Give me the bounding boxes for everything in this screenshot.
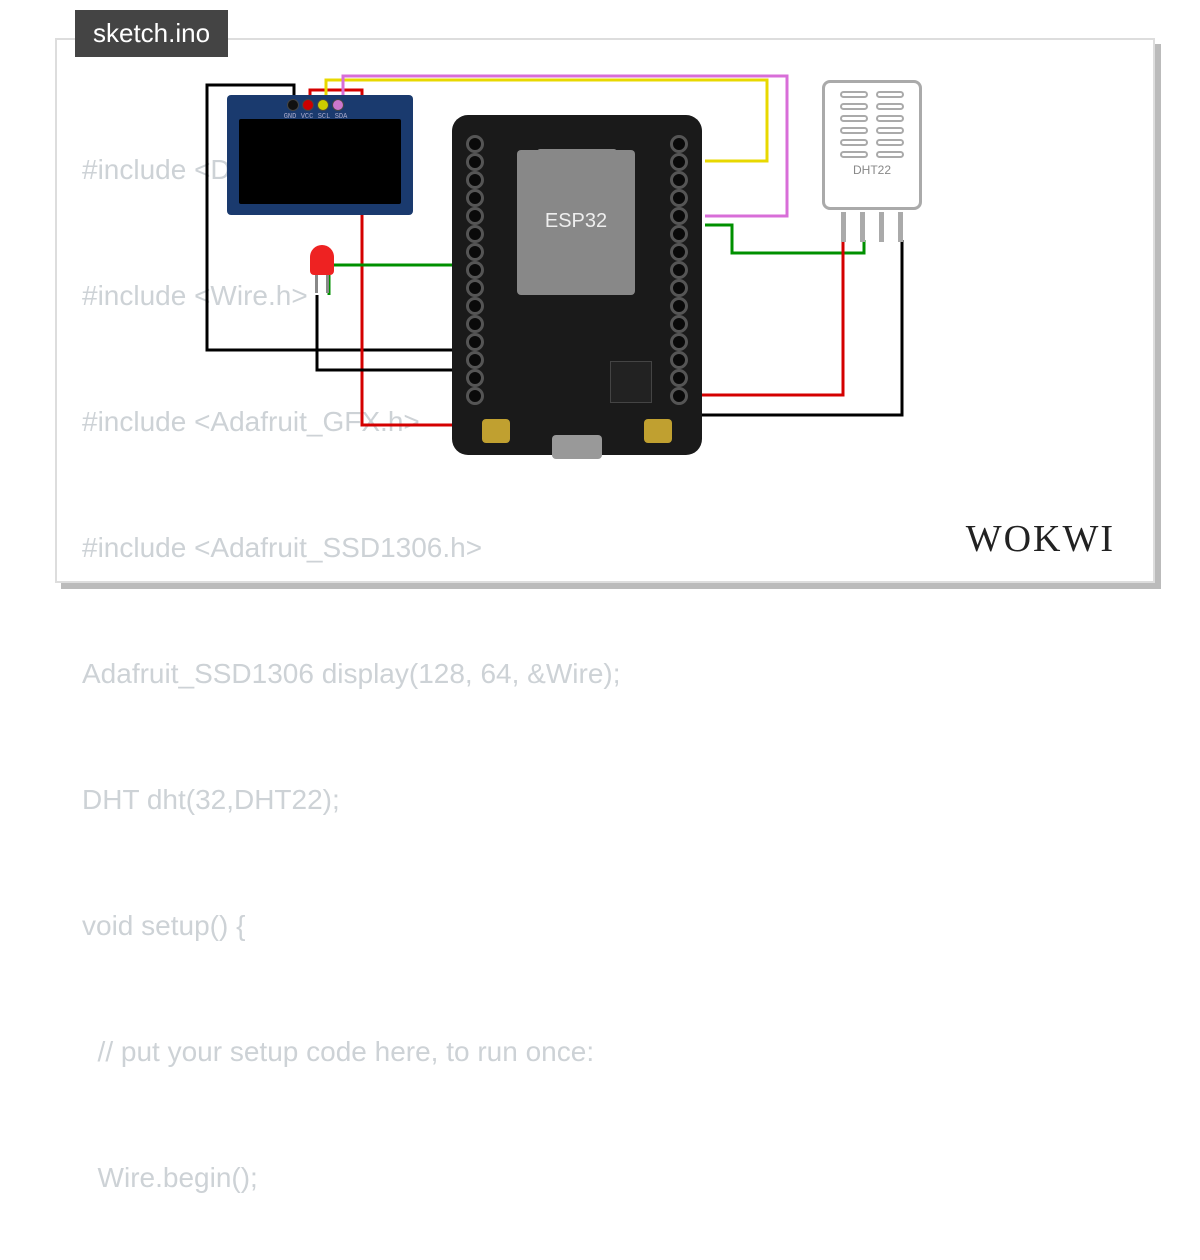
esp32-usb-port — [552, 435, 602, 459]
code-line: // put your setup code here, to run once… — [82, 1031, 621, 1073]
code-line: DHT dht(32,DHT22); — [82, 779, 621, 821]
oled-pin-sda — [332, 99, 344, 111]
project-card: sketch.ino #include <DHT.h> #include <Wi… — [55, 38, 1155, 583]
dht22-label: DHT22 — [825, 163, 919, 177]
pin — [670, 261, 688, 279]
pin — [466, 351, 484, 369]
pin — [670, 189, 688, 207]
brand-logo: WOKWI — [966, 517, 1115, 561]
esp32-boot-button[interactable] — [644, 419, 672, 443]
pin — [670, 387, 688, 405]
code-line: Wire.begin(); — [82, 1157, 621, 1199]
esp32-serial-chip — [610, 361, 652, 403]
led-body — [310, 245, 334, 275]
esp32-label: ESP32 — [517, 210, 635, 233]
pin — [466, 135, 484, 153]
pin — [670, 333, 688, 351]
esp32-left-header — [462, 135, 488, 405]
esp32-en-button[interactable] — [482, 419, 510, 443]
code-line: void setup() { — [82, 905, 621, 947]
pin — [670, 171, 688, 189]
pin — [466, 387, 484, 405]
oled-pin-scl — [317, 99, 329, 111]
oled-pin-row — [287, 99, 344, 111]
dht22-sensor[interactable]: DHT22 — [807, 80, 937, 245]
code-line: Adafruit_SSD1306 display(128, 64, &Wire)… — [82, 653, 621, 695]
pin — [670, 207, 688, 225]
red-led[interactable] — [307, 245, 337, 293]
pin — [466, 297, 484, 315]
pin — [670, 369, 688, 387]
code-line: #include <Adafruit_SSD1306.h> — [82, 527, 621, 569]
pin — [670, 225, 688, 243]
oled-pin-vcc — [302, 99, 314, 111]
esp32-right-header — [666, 135, 692, 405]
pin — [466, 189, 484, 207]
filename: sketch.ino — [93, 18, 210, 48]
pin — [670, 135, 688, 153]
pin — [466, 333, 484, 351]
pin — [466, 225, 484, 243]
pin — [670, 279, 688, 297]
pin — [670, 153, 688, 171]
esp32-module: ESP32 — [517, 150, 635, 295]
oled-pin-gnd — [287, 99, 299, 111]
dht22-legs — [807, 212, 937, 242]
oled-screen — [239, 119, 401, 204]
pin — [466, 261, 484, 279]
pin — [466, 369, 484, 387]
pin — [670, 297, 688, 315]
led-legs — [307, 275, 337, 293]
pin — [466, 279, 484, 297]
esp32-antenna — [537, 149, 617, 171]
pin — [466, 153, 484, 171]
pin — [670, 243, 688, 261]
pin — [466, 243, 484, 261]
pin — [670, 351, 688, 369]
pin — [670, 315, 688, 333]
esp32-board[interactable]: ESP32 — [452, 115, 702, 455]
file-tab[interactable]: sketch.ino — [75, 10, 228, 57]
pin — [466, 315, 484, 333]
oled-display[interactable]: GND VCC SCL SDA — [227, 95, 413, 215]
pin — [466, 171, 484, 189]
pin — [466, 207, 484, 225]
dht22-body: DHT22 — [822, 80, 922, 210]
